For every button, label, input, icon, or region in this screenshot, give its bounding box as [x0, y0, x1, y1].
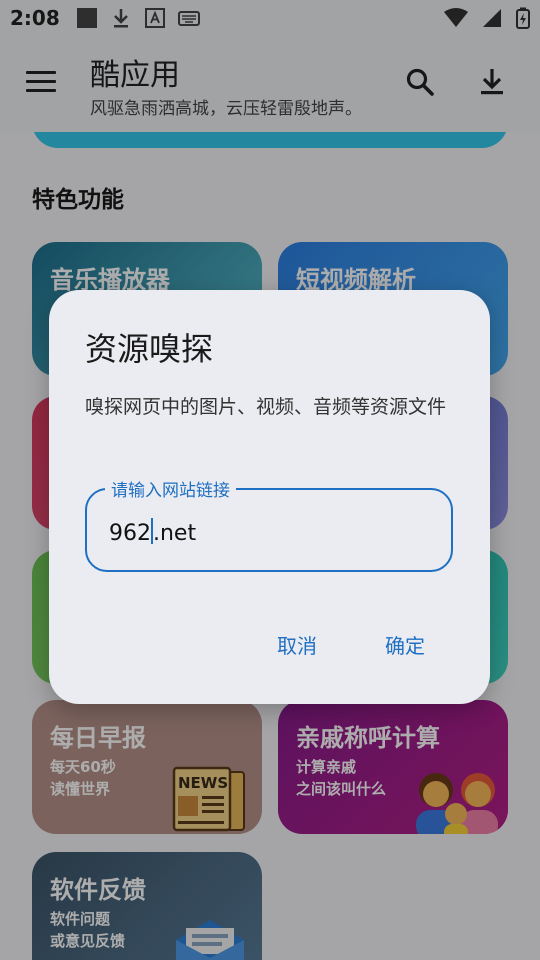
resource-sniff-dialog: 资源嗅探 嗅探网页中的图片、视频、音频等资源文件 请输入网站链接 962.net…: [49, 290, 490, 704]
url-input-label: 请输入网站链接: [105, 476, 236, 501]
cancel-button[interactable]: 取消: [277, 630, 317, 659]
confirm-button[interactable]: 确定: [385, 630, 425, 659]
dialog-title: 资源嗅探: [85, 330, 214, 368]
url-input[interactable]: 请输入网站链接 962.net: [85, 476, 453, 572]
dialog-message: 嗅探网页中的图片、视频、音频等资源文件: [85, 396, 447, 418]
url-input-value[interactable]: 962.net: [109, 518, 196, 546]
